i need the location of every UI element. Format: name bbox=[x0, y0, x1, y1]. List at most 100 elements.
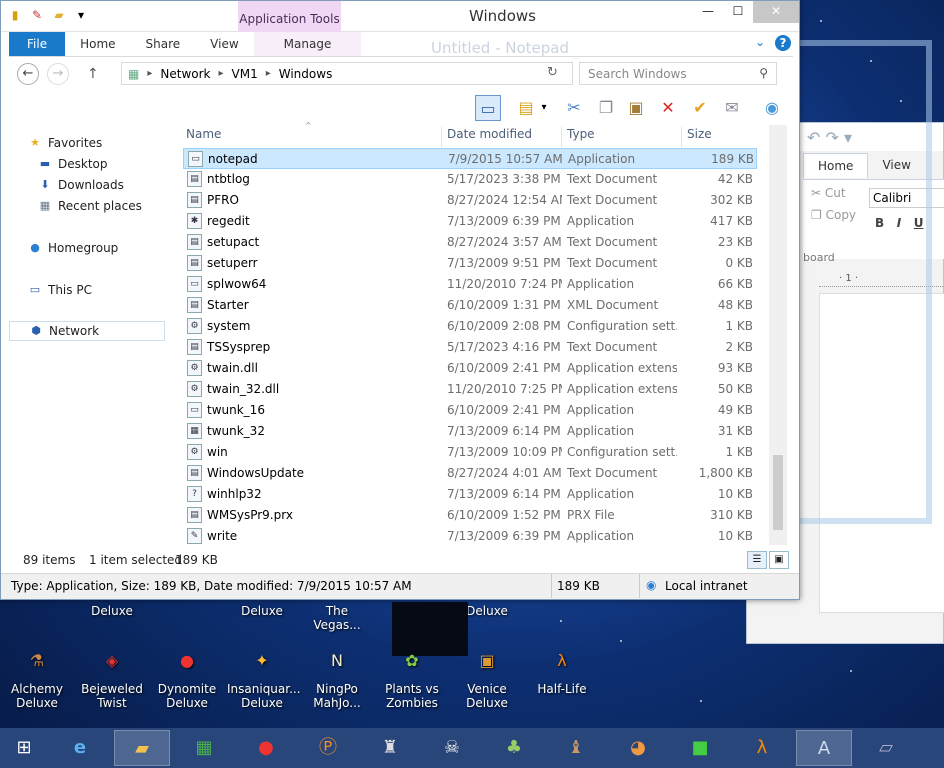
wordpad-tab-view[interactable]: View bbox=[868, 153, 924, 178]
table-row[interactable]: ▤ TSSysprep 5/17/2023 4:16 PM Text Document… bbox=[183, 337, 757, 358]
up-button[interactable]: ↑ bbox=[87, 66, 99, 82]
table-row[interactable]: ▭ notepad 7/9/2015 10:57 AM Application 189 … bbox=[183, 148, 757, 169]
tab-share[interactable]: Share bbox=[131, 32, 196, 56]
table-row[interactable]: ▤ setupact 8/27/2024 3:57 AM Text Document 2… bbox=[183, 232, 757, 253]
breadcrumb-windows[interactable]: Windows bbox=[279, 67, 333, 81]
breadcrumb-vm1[interactable]: VM1 bbox=[232, 67, 258, 81]
maximize-button[interactable]: ☐ bbox=[723, 1, 753, 23]
table-row[interactable]: ▤ PFRO 8/27/2024 12:54 AM Text Document 302 … bbox=[183, 190, 757, 211]
column-header-type[interactable]: Type bbox=[567, 127, 595, 147]
desktop-icon-label[interactable]: Deluxe bbox=[227, 604, 297, 618]
nav-downloads[interactable]: ⬇ Downloads bbox=[37, 175, 193, 195]
desktop-icon-label[interactable]: The Vegas... bbox=[302, 604, 372, 632]
tab-home[interactable]: Home bbox=[65, 32, 130, 56]
dropdown-icon[interactable]: ▾ bbox=[537, 95, 551, 121]
table-row[interactable]: ▤ ntbtlog 5/17/2023 3:38 PM Text Document 42… bbox=[183, 169, 757, 190]
preview-pane-icon[interactable]: ▭ bbox=[475, 95, 501, 121]
address-bar[interactable]: ▦ ▸ Network ▸ VM1 ▸ Windows bbox=[121, 62, 573, 85]
new-folder-icon[interactable]: ▰ bbox=[51, 7, 67, 23]
globe-icon[interactable]: ◉ bbox=[759, 95, 785, 121]
help-icon[interactable]: ? bbox=[775, 35, 791, 51]
wordpad-tab-home[interactable]: Home bbox=[803, 153, 869, 178]
column-divider[interactable] bbox=[561, 127, 562, 147]
table-row[interactable]: ▤ setuperr 7/13/2009 9:51 PM Text Document 0… bbox=[183, 253, 757, 274]
table-row[interactable]: ✱ regedit 7/13/2009 6:39 PM Application 417 … bbox=[183, 211, 757, 232]
qat-dropdown-icon[interactable]: ▾ bbox=[73, 7, 89, 23]
desktop-shortcut[interactable]: ✿ Plants vs Zombies bbox=[377, 644, 447, 710]
ribbon-expand-icon[interactable]: ⌄ bbox=[755, 35, 765, 51]
column-divider[interactable] bbox=[681, 127, 682, 147]
vertical-scrollbar[interactable] bbox=[769, 125, 787, 545]
desktop-shortcut[interactable]: ▣ Venice Deluxe bbox=[452, 644, 522, 710]
start-button[interactable]: ⊞ bbox=[0, 730, 48, 766]
taskbar-game-robot[interactable]: ♜ bbox=[362, 730, 418, 766]
taskbar-plants-vs-zombies[interactable]: ♣ bbox=[486, 730, 542, 766]
taskbar-internet-explorer[interactable]: e bbox=[52, 730, 108, 766]
taskbar-game-skull[interactable]: ☠ bbox=[424, 730, 480, 766]
close-button[interactable]: ✕ bbox=[753, 1, 799, 23]
email-icon[interactable]: ✉ bbox=[719, 95, 745, 121]
refresh-icon[interactable]: ↻ bbox=[547, 65, 558, 80]
properties-icon[interactable]: ✎ bbox=[29, 7, 45, 23]
desktop-shortcut[interactable]: ◈ Bejeweled Twist bbox=[77, 644, 147, 710]
table-row[interactable]: ⚙ twain_32.dll 11/20/2010 7:25 PM Applicati… bbox=[183, 379, 757, 400]
column-header-date[interactable]: Date modified bbox=[447, 127, 532, 147]
wordpad-font-select[interactable]: Calibri bbox=[869, 188, 944, 208]
taskbar-half-life[interactable]: λ bbox=[734, 730, 790, 766]
table-row[interactable]: ▤ WMSysPr9.prx 6/10/2009 1:52 PM PRX File 31… bbox=[183, 505, 757, 526]
explorer-window[interactable]: ▮ ✎ ▰ ▾ Application Tools Windows — ☐ ✕ … bbox=[0, 0, 800, 600]
nav-desktop[interactable]: ▬ Desktop bbox=[37, 154, 193, 174]
column-divider[interactable] bbox=[441, 127, 442, 147]
table-row[interactable]: ⚙ win 7/13/2009 10:09 PM Configuration sett… bbox=[183, 442, 757, 463]
details-view-button[interactable]: ☰ bbox=[747, 551, 767, 569]
table-row[interactable]: ▦ twunk_32 7/13/2009 6:14 PM Application 31 … bbox=[183, 421, 757, 442]
wordpad-format-buttons[interactable]: B I U bbox=[875, 216, 923, 230]
wordpad-cut-button[interactable]: ✂ Cut bbox=[811, 186, 846, 200]
nav-network[interactable]: ⬢ Network bbox=[9, 321, 165, 341]
search-icon[interactable]: ⚲ bbox=[759, 66, 768, 80]
table-row[interactable]: ▭ splwow64 11/20/2010 7:24 PM Application 66… bbox=[183, 274, 757, 295]
back-button[interactable]: ← bbox=[17, 63, 39, 85]
forward-button[interactable]: → bbox=[47, 63, 69, 85]
taskbar-dynomite[interactable]: ● bbox=[238, 730, 294, 766]
nav-homegroup[interactable]: ● Homegroup bbox=[27, 238, 183, 258]
wordpad-document-page[interactable] bbox=[819, 293, 944, 613]
taskbar-game-p[interactable]: Ⓟ bbox=[300, 730, 356, 766]
folder-options-icon[interactable]: ▤ bbox=[513, 95, 539, 121]
nav-favorites[interactable]: ★ Favorites bbox=[27, 133, 183, 153]
rename-icon[interactable]: ✔ bbox=[687, 95, 713, 121]
tab-view[interactable]: View bbox=[195, 32, 253, 56]
table-row[interactable]: ⚙ twain.dll 6/10/2009 2:41 PM Application e… bbox=[183, 358, 757, 379]
table-row[interactable]: ? winhlp32 7/13/2009 6:14 PM Application 10 … bbox=[183, 484, 757, 505]
table-row[interactable]: ✎ write 7/13/2009 6:39 PM Application 10 KB bbox=[183, 526, 757, 547]
copy-icon[interactable]: ❐ bbox=[593, 95, 619, 121]
explorer-titlebar[interactable]: ▮ ✎ ▰ ▾ Application Tools Windows — ☐ ✕ bbox=[1, 1, 799, 32]
desktop-icon-label[interactable]: Deluxe bbox=[77, 604, 147, 618]
table-row[interactable]: ⚙ system 6/10/2009 2:08 PM Configuration se… bbox=[183, 316, 757, 337]
cut-icon[interactable]: ✂ bbox=[561, 95, 587, 121]
search-input[interactable]: Search Windows ⚲ bbox=[579, 62, 777, 85]
table-row[interactable]: ▤ Starter 6/10/2009 1:31 PM XML Document 48 … bbox=[183, 295, 757, 316]
taskbar-notepad[interactable]: ▱ bbox=[858, 730, 914, 766]
taskbar-wordpad[interactable]: A bbox=[796, 730, 852, 766]
taskbar-store[interactable]: ▦ bbox=[176, 730, 232, 766]
taskbar-game-orb[interactable]: ◕ bbox=[610, 730, 666, 766]
desktop-shortcut[interactable]: ⚗ Alchemy Deluxe bbox=[2, 644, 72, 710]
desktop-shortcut[interactable]: ✦ Insaniquar... Deluxe bbox=[227, 644, 301, 710]
column-header-size[interactable]: Size bbox=[687, 127, 712, 147]
desktop-shortcut[interactable]: ● Dynomite Deluxe bbox=[152, 644, 222, 710]
delete-icon[interactable]: ✕ bbox=[655, 95, 681, 121]
desktop-shortcut[interactable]: λ Half-Life bbox=[527, 644, 597, 696]
wordpad-copy-button[interactable]: ❐ Copy bbox=[811, 208, 856, 222]
column-header-name[interactable]: Name bbox=[186, 127, 221, 147]
large-icons-view-button[interactable]: ▣ bbox=[769, 551, 789, 569]
scrollbar-thumb[interactable] bbox=[773, 455, 783, 530]
nav-recent-places[interactable]: ▦ Recent places bbox=[37, 196, 193, 216]
desktop-shortcut[interactable]: N NingPo MahJo... bbox=[302, 644, 372, 710]
table-row[interactable]: ▭ twunk_16 6/10/2009 2:41 PM Application 49 … bbox=[183, 400, 757, 421]
taskbar-file-explorer[interactable]: ▰ bbox=[114, 730, 170, 766]
nav-this-pc[interactable]: ▭ This PC bbox=[27, 280, 183, 300]
paste-icon[interactable]: ▣ bbox=[623, 95, 649, 121]
taskbar-game-blocks[interactable]: ■ bbox=[672, 730, 728, 766]
table-row[interactable]: ▤ WindowsUpdate 8/27/2024 4:01 AM Text Docu… bbox=[183, 463, 757, 484]
